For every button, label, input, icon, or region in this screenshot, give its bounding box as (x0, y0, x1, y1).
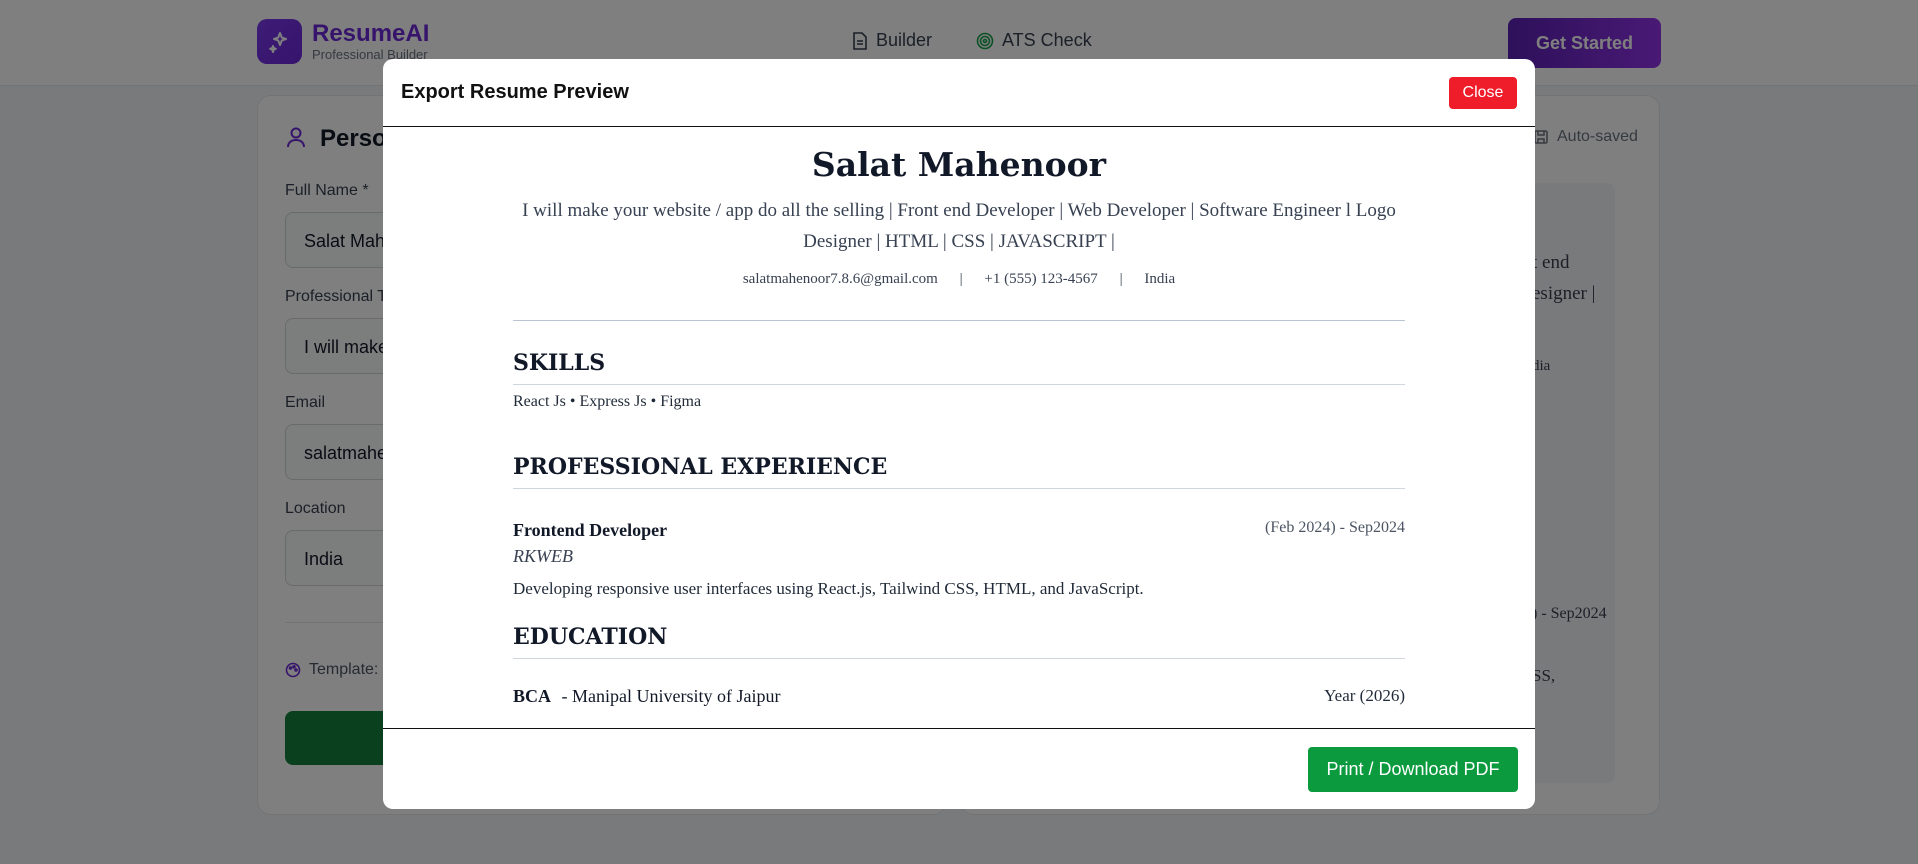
header-divider (513, 320, 1405, 321)
job-date: (Feb 2024) - Sep2024 (1265, 519, 1405, 536)
contact-email: salatmahenoor7.8.6@gmail.com (742, 271, 938, 287)
skills-heading: SKILLS (513, 350, 1405, 385)
modal-header: Export Resume Preview Close (383, 59, 1535, 127)
contact-location: India (1144, 271, 1176, 287)
resume-headline: I will make your website / app do all th… (522, 200, 1396, 252)
contact-separator: | (1119, 271, 1123, 287)
modal-title: Export Resume Preview (401, 81, 629, 103)
contact-phone: +1 (555) 123-4567 (984, 271, 1098, 287)
export-modal: Export Resume Preview Close Salat Maheno… (383, 59, 1535, 809)
education-school: - Manipal University of Jaipur (561, 686, 781, 706)
education-entry: BCA - Manipal University of Jaipur (513, 686, 780, 707)
contact-separator: | (959, 271, 963, 287)
modal-footer: Print / Download PDF (383, 728, 1535, 809)
resume-name: Salat Mahenoor (811, 145, 1107, 184)
modal-body[interactable]: Salat Mahenoor I will make your website … (383, 127, 1535, 728)
job-title: Frontend Developer (513, 520, 668, 540)
close-button[interactable]: Close (1449, 77, 1517, 109)
education-heading: EDUCATION (513, 624, 1405, 659)
experience-heading: PROFESSIONAL EXPERIENCE (513, 454, 1405, 489)
education-year: Year (2026) (1324, 686, 1405, 705)
job-description: Developing responsive user interfaces us… (513, 579, 1144, 598)
education-degree: BCA (513, 686, 552, 706)
print-download-button[interactable]: Print / Download PDF (1308, 747, 1518, 792)
skills-list: React Js • Express Js • Figma (513, 393, 702, 410)
job-company: RKWEB (513, 546, 573, 566)
resume-contact: salatmahenoor7.8.6@gmail.com | +1 (555) … (513, 271, 1405, 288)
